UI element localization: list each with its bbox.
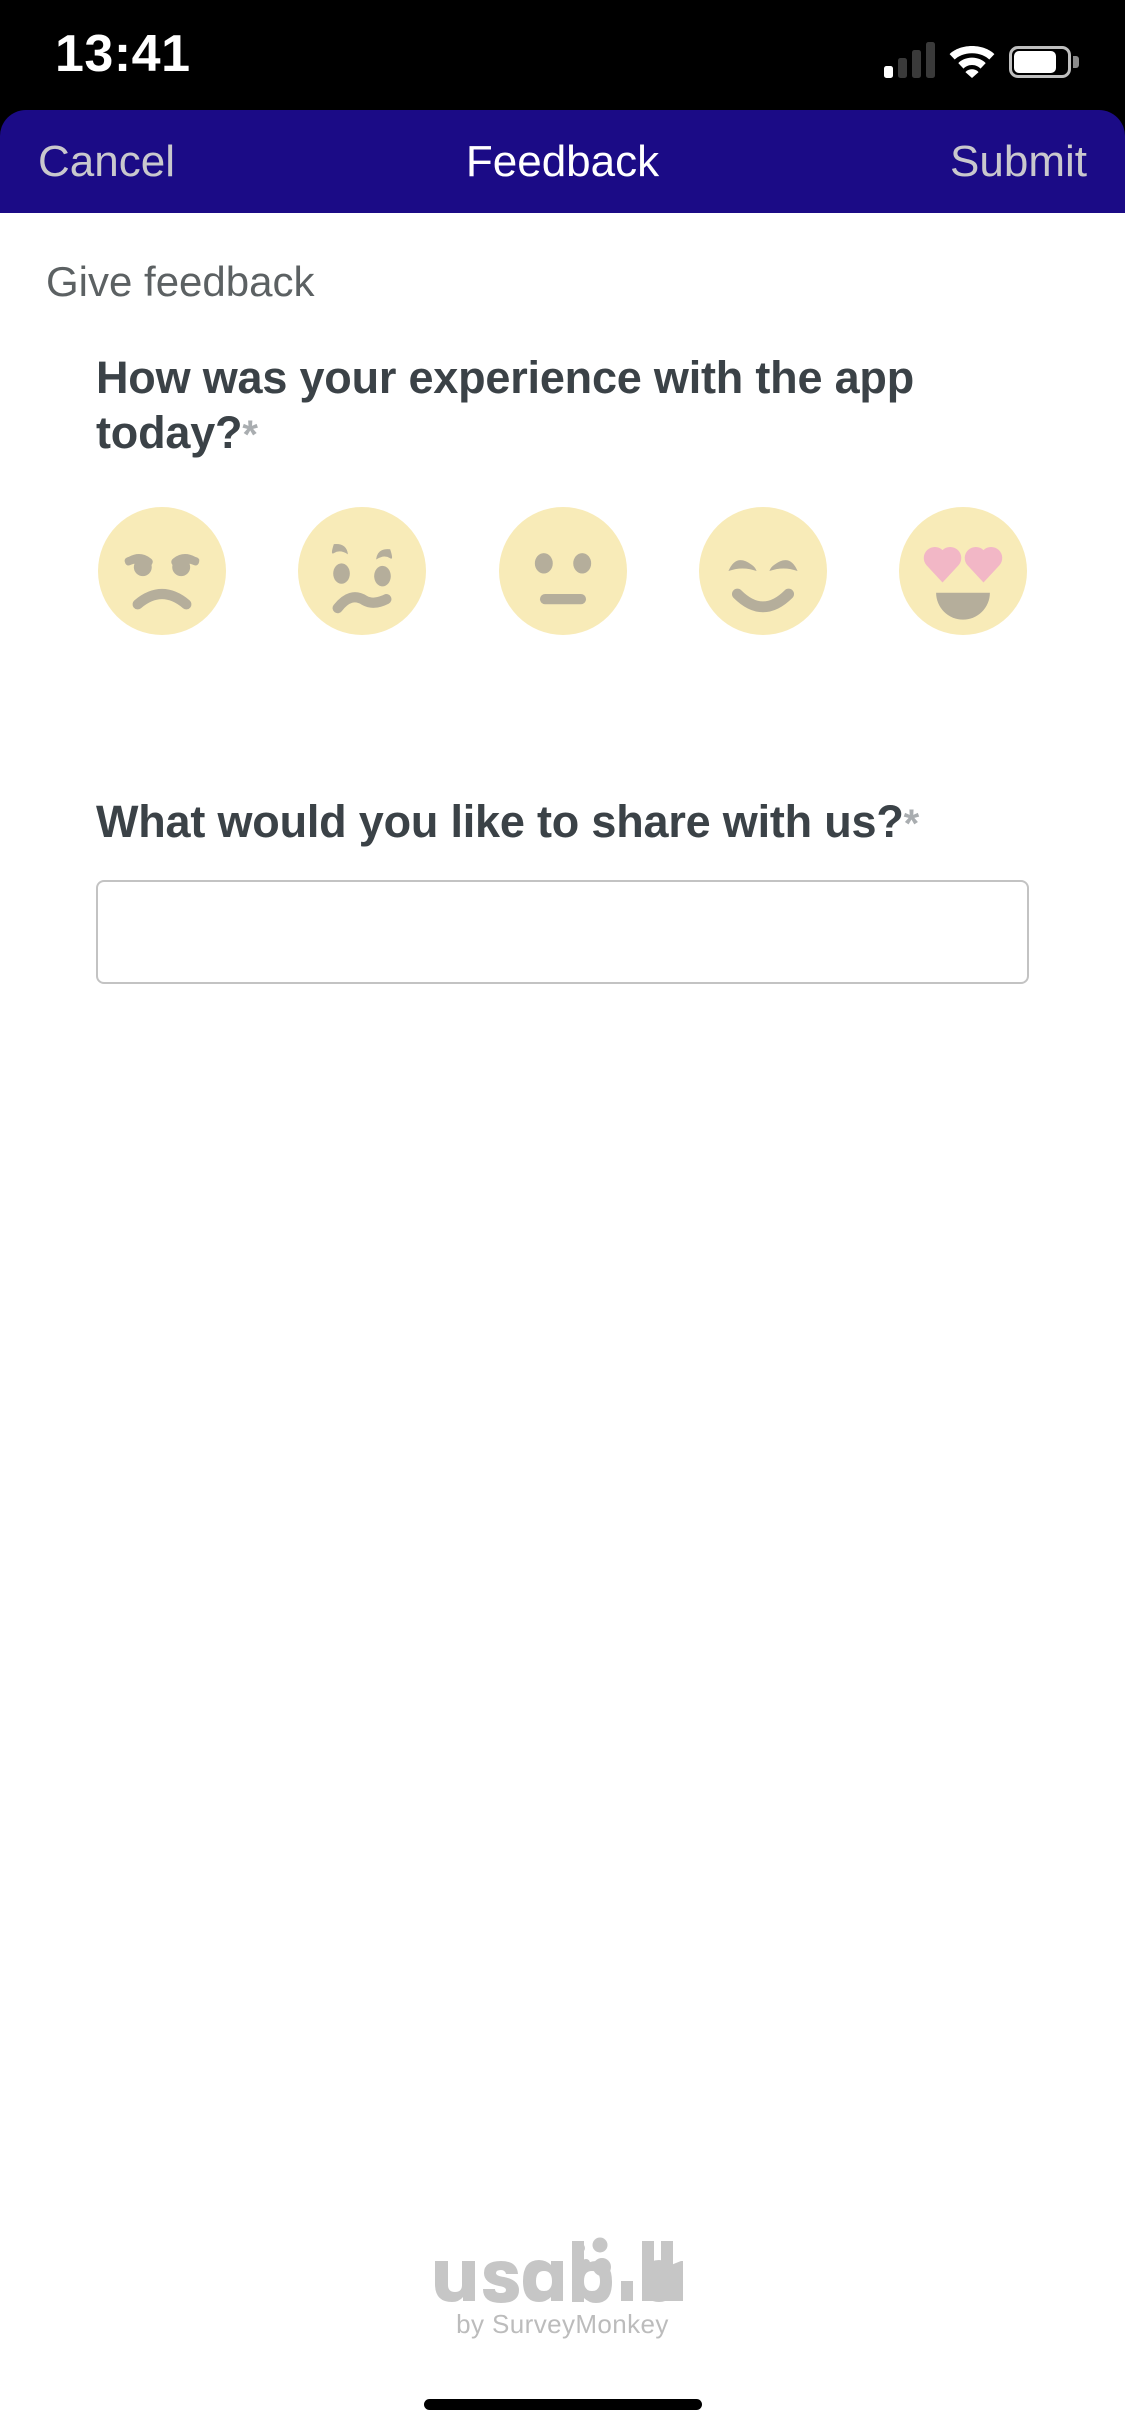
status-bar: 13:41 <box>0 0 1125 110</box>
required-marker: * <box>903 801 920 846</box>
required-marker: * <box>242 412 258 457</box>
battery-icon <box>1009 46 1079 78</box>
question-text: How was your experience with the app tod… <box>96 352 915 458</box>
emoji-happy-icon[interactable] <box>698 506 827 635</box>
question-label: How was your experience with the app tod… <box>96 351 1029 461</box>
emoji-angry-icon[interactable] <box>98 506 226 635</box>
submit-button[interactable]: Submit <box>942 131 1095 193</box>
home-indicator-bar[interactable] <box>423 2399 702 2410</box>
question-text: What would you like to share with us? <box>96 795 904 847</box>
mood-rating-group <box>96 506 1029 635</box>
question-open-comment: What would you like to share with us?* <box>0 795 1125 984</box>
status-bar-time: 13:41 <box>55 25 191 83</box>
emoji-sad-icon[interactable] <box>298 506 427 635</box>
usabilla-logo-icon <box>434 2237 683 2303</box>
emoji-neutral-icon[interactable] <box>498 506 627 635</box>
section-label: Give feedback <box>46 258 315 305</box>
footer-branding: by SurveyMonkey <box>0 2237 1125 2340</box>
comment-input[interactable] <box>96 879 1029 984</box>
question-mood-rating: How was your experience with the app tod… <box>0 351 1125 635</box>
wifi-icon <box>949 46 995 78</box>
footer-byline: by SurveyMonkey <box>456 2309 669 2339</box>
page-title: Feedback <box>465 136 660 186</box>
feedback-form: How was your experience with the app tod… <box>0 351 1125 984</box>
phone-screen: 13:41 Cancel Feedback Submit Give feedba… <box>0 0 1125 2436</box>
cellular-signal-icon <box>884 42 935 78</box>
navigation-bar: Cancel Feedback Submit <box>0 110 1125 213</box>
cancel-button[interactable]: Cancel <box>30 131 183 193</box>
feedback-form-sheet: Give feedback How was your experience wi… <box>0 213 1125 2436</box>
emoji-heart-eyes-icon[interactable] <box>899 506 1027 635</box>
status-bar-indicators <box>884 32 1079 78</box>
question-label: What would you like to share with us?* <box>96 795 1029 850</box>
